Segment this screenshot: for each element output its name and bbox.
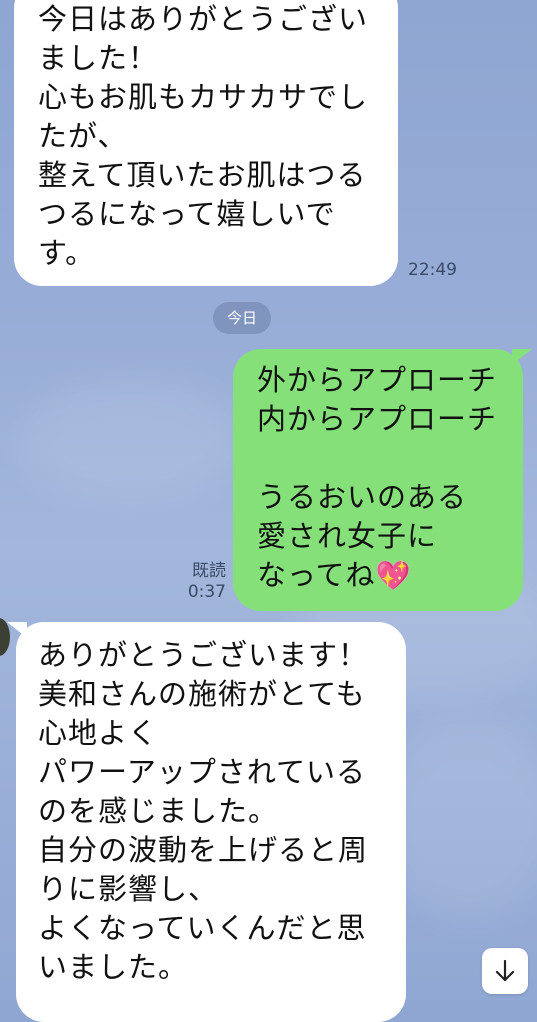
message-timestamp: 22:49	[408, 260, 457, 280]
message-line: よくなっていくんだと思	[38, 911, 367, 945]
message-line: 整えて頂いたお肌はつる	[38, 158, 367, 192]
message-line: 自分の波動を上げると周	[38, 833, 369, 867]
message-line: りに影響し、	[38, 872, 219, 906]
read-status: 既読	[192, 561, 226, 581]
message-line: ありがとうございます！	[38, 638, 369, 672]
message-line: いました。	[38, 950, 189, 984]
message-line: うるおいのある	[257, 480, 468, 514]
message-line: のを感じました。	[38, 794, 279, 828]
message-line: なってね💖	[257, 556, 523, 595]
scroll-to-bottom-button[interactable]	[482, 948, 528, 994]
message-timestamp: 0:37	[187, 582, 226, 602]
message-line: つるになって嬉しいで	[38, 197, 336, 231]
background-cloud	[20, 380, 240, 500]
read-receipt: 既読 0:37	[170, 561, 226, 603]
date-separator: 今日	[213, 302, 271, 334]
message-line: 愛され女子に	[257, 519, 438, 553]
incoming-message-bubble[interactable]: ありがとうございます！ 美和さんの施術がとても 心地よく パワーアップされている…	[7, 622, 406, 1022]
arrow-down-icon	[495, 959, 515, 982]
bubble-tail	[512, 349, 532, 365]
message-line: 外からアプローチ	[257, 363, 498, 397]
message-line: す。	[38, 236, 96, 270]
message-line: 今日はありがとうござい	[38, 2, 369, 36]
message-line-text: なってね	[257, 558, 376, 592]
message-line: ました！	[38, 41, 159, 75]
incoming-message-bubble[interactable]: 今日はありがとうござい ました！ 心もお肌もカサカサでし たが、 整えて頂いたお…	[14, 0, 398, 286]
message-line: 心地よく	[38, 716, 159, 750]
message-line: たが、	[38, 119, 128, 153]
message-line: 心もお肌もカサカサでし	[38, 80, 369, 114]
message-line: 内からアプローチ	[257, 402, 498, 436]
outgoing-message-bubble[interactable]: 外からアプローチ 内からアプローチ うるおいのある 愛され女子に なってね💖	[233, 349, 532, 611]
bubble-tail	[7, 622, 27, 638]
sparkling-heart-emoji: 💖	[375, 559, 412, 592]
message-line: パワーアップされている	[38, 755, 366, 789]
message-line: 美和さんの施術がとても	[38, 677, 366, 711]
message-line	[257, 439, 523, 478]
